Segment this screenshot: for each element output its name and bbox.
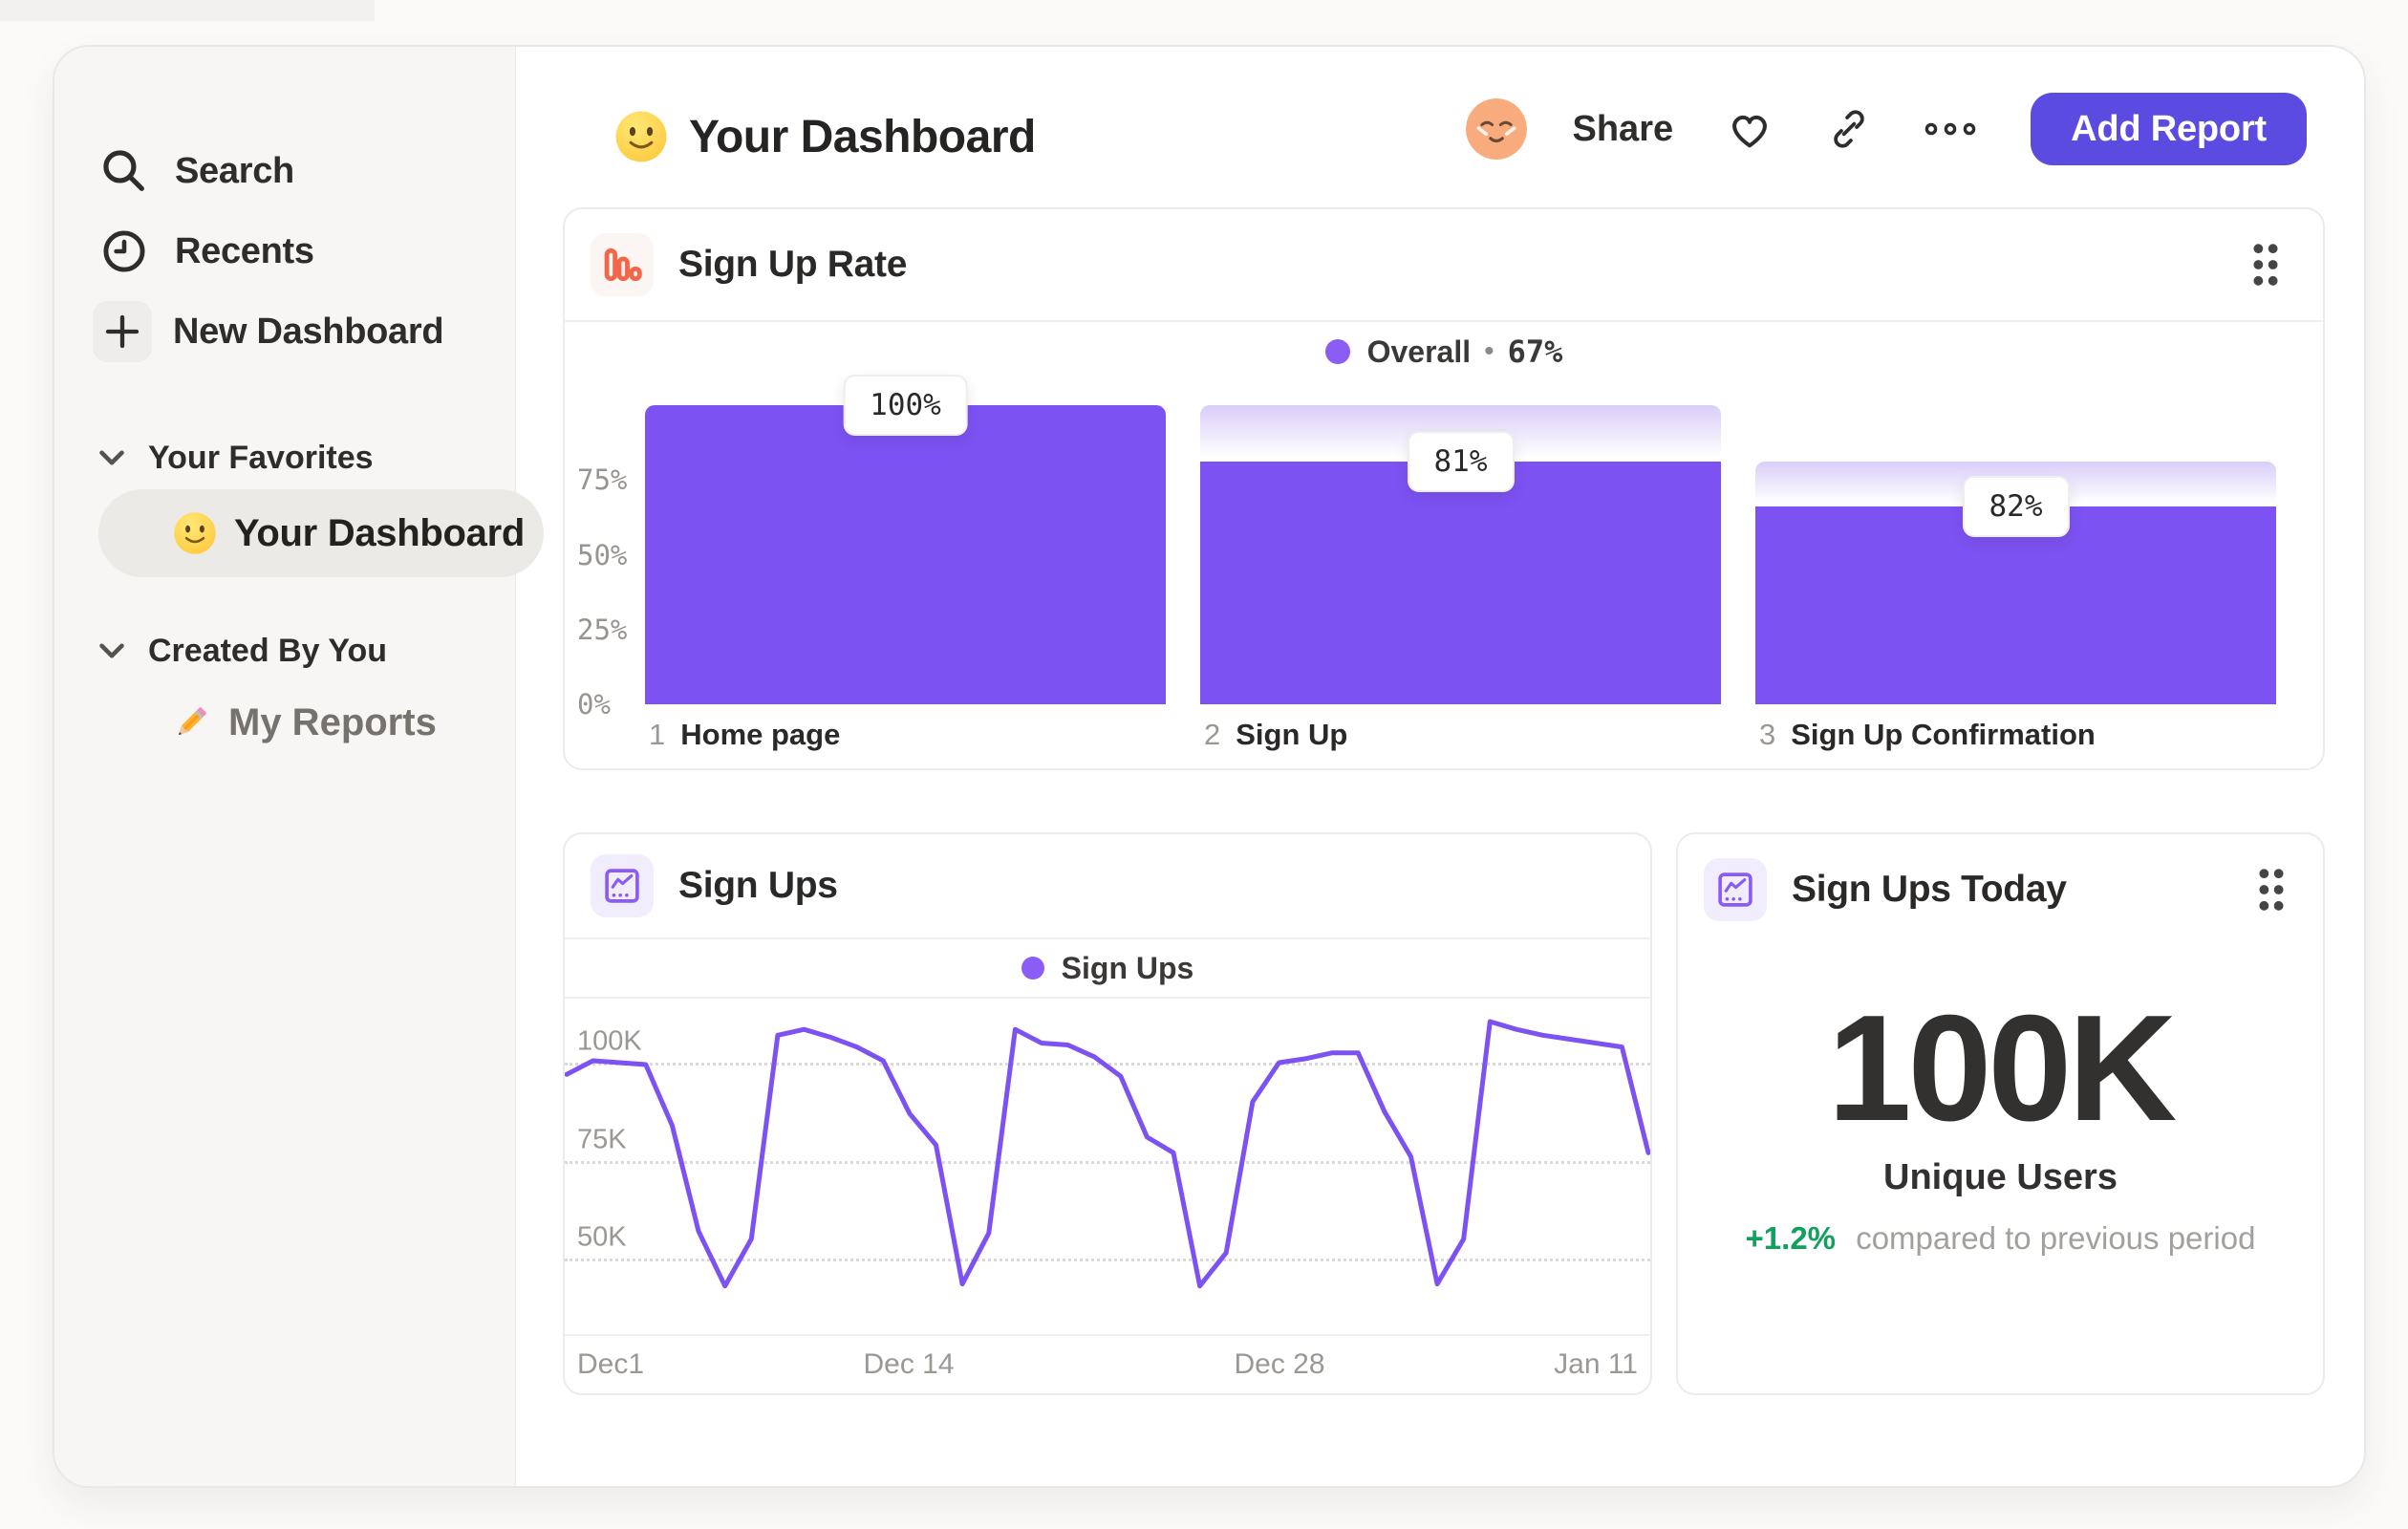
line-chart-icon xyxy=(591,854,654,917)
smiley-emoji xyxy=(173,511,217,555)
sidebar-item-recents[interactable]: Recents xyxy=(54,211,515,291)
line-chart-icon xyxy=(1704,858,1767,921)
sidebar: Search Recents New Dashboard Your Favori… xyxy=(54,47,544,1486)
app-window: Search Recents New Dashboard Your Favori… xyxy=(53,45,2366,1488)
drag-handle-icon[interactable] xyxy=(2241,236,2290,293)
funnel-bar-converted-segment xyxy=(645,405,1166,704)
bar-chart-icon xyxy=(591,233,654,296)
sidebar-item-label: New Dashboard xyxy=(173,311,444,352)
y-axis-tick: 75% xyxy=(577,463,628,497)
chevron-down-icon xyxy=(98,641,125,660)
line-legend[interactable]: Sign Ups xyxy=(565,939,1650,997)
funnel-step-label: 2 Sign Up xyxy=(1204,718,1347,752)
sidebar-item-label: Search xyxy=(175,150,294,191)
x-axis-labels: Dec1 Dec 14 Dec 28 Jan 11 xyxy=(565,1336,1650,1393)
card-header: Sign Up Rate xyxy=(565,209,2323,320)
search-icon xyxy=(95,141,154,201)
plus-icon xyxy=(93,301,152,362)
favorite-heart-button[interactable] xyxy=(1725,106,1774,152)
page-title: Your Dashboard xyxy=(614,110,1036,163)
step-label: Home page xyxy=(680,718,841,751)
x-axis-tick: Dec 28 xyxy=(1234,1348,1325,1380)
add-report-button[interactable]: Add Report xyxy=(2031,93,2307,165)
card-title: Sign Up Rate xyxy=(678,244,908,285)
line-chart: 100K 75K 50K xyxy=(565,999,1650,1334)
sidebar-group-your-favorites[interactable]: Your Favorites xyxy=(54,429,515,486)
funnel-bar-converted-segment xyxy=(1200,462,1721,704)
delta-note: compared to previous period xyxy=(1856,1220,2256,1256)
drag-handle-icon[interactable] xyxy=(2247,861,2296,918)
card-title: Sign Ups xyxy=(678,865,838,906)
page-title-text: Your Dashboard xyxy=(689,111,1036,162)
sign-ups-today-card: Sign Ups Today 100K Unique Users +1.2% c… xyxy=(1676,832,2325,1395)
step-label: Sign Up xyxy=(1236,718,1348,751)
conversion-badge: 100% xyxy=(843,375,968,436)
card-header: Sign Ups Today xyxy=(1678,834,2323,945)
y-axis-tick: 50% xyxy=(577,538,628,571)
share-button[interactable]: Share xyxy=(1573,109,1674,150)
sign-up-rate-card: Sign Up Rate Overall • 67% 75% 50% 25% 0% 10… xyxy=(563,207,2325,770)
funnel-step-label: 3 Sign Up Confirmation xyxy=(1759,718,2096,752)
conversion-badge: 81% xyxy=(1407,431,1515,493)
step-number: 2 xyxy=(1204,718,1221,751)
step-number: 3 xyxy=(1759,718,1776,751)
funnel-bar xyxy=(645,405,1166,704)
step-label: Sign Up Confirmation xyxy=(1791,718,2096,751)
sidebar-group-created-by-you[interactable]: Created By You xyxy=(54,622,515,679)
chevron-down-icon xyxy=(98,448,125,467)
clock-icon xyxy=(95,222,154,281)
sidebar-item-label: Recents xyxy=(175,230,314,271)
group-header-label: Your Favorites xyxy=(148,439,374,476)
copy-link-button[interactable] xyxy=(1826,106,1872,152)
x-axis-tick: Dec1 xyxy=(577,1348,645,1380)
smiley-emoji xyxy=(614,110,668,163)
step-number: 1 xyxy=(649,718,666,751)
avatar[interactable] xyxy=(1465,98,1527,160)
metric-label: Unique Users xyxy=(1883,1157,2118,1197)
x-axis-tick: Jan 11 xyxy=(1554,1348,1638,1380)
metric-delta: +1.2% compared to previous period xyxy=(1678,1220,2323,1257)
signups-line-series xyxy=(565,1019,1650,1289)
pencil-emoji xyxy=(169,700,213,744)
sidebar-item-label: My Reports xyxy=(228,700,437,743)
legend-swatch xyxy=(1021,957,1044,980)
x-axis-tick: Dec 14 xyxy=(863,1348,955,1380)
metric-value: 100K xyxy=(1827,984,2178,1152)
funnel-step-label: 1 Home page xyxy=(649,718,840,752)
sign-ups-card: Sign Ups Sign Ups 100K 75K 50K Dec1 Dec 14 D… xyxy=(563,832,1652,1395)
sidebar-item-my-reports[interactable]: My Reports xyxy=(98,681,509,764)
legend-label: Sign Ups xyxy=(1061,950,1194,985)
delta-value: +1.2% xyxy=(1745,1220,1837,1256)
y-axis-tick: 0% xyxy=(577,688,611,721)
sidebar-item-your-dashboard[interactable]: Your Dashboard xyxy=(98,489,544,577)
conversion-badge: 82% xyxy=(1962,476,2070,538)
group-header-label: Created By You xyxy=(148,632,388,669)
screen-artifact-strip xyxy=(0,0,375,21)
card-title: Sign Ups Today xyxy=(1792,869,2067,910)
ellipsis-more-button[interactable] xyxy=(1924,118,1977,140)
sidebar-item-label: Your Dashboard xyxy=(234,511,525,554)
sidebar-item-search[interactable]: Search xyxy=(54,131,515,211)
card-header: Sign Ups xyxy=(565,834,1650,937)
funnel-chart: 75% 50% 25% 0% 100% 1 Home page 81% 2 Sign Up 82% 3… xyxy=(565,320,2323,768)
header-actions: Share Add Report xyxy=(1465,85,2307,173)
y-axis-tick: 25% xyxy=(577,613,628,646)
sidebar-item-new-dashboard[interactable]: New Dashboard xyxy=(54,291,515,372)
